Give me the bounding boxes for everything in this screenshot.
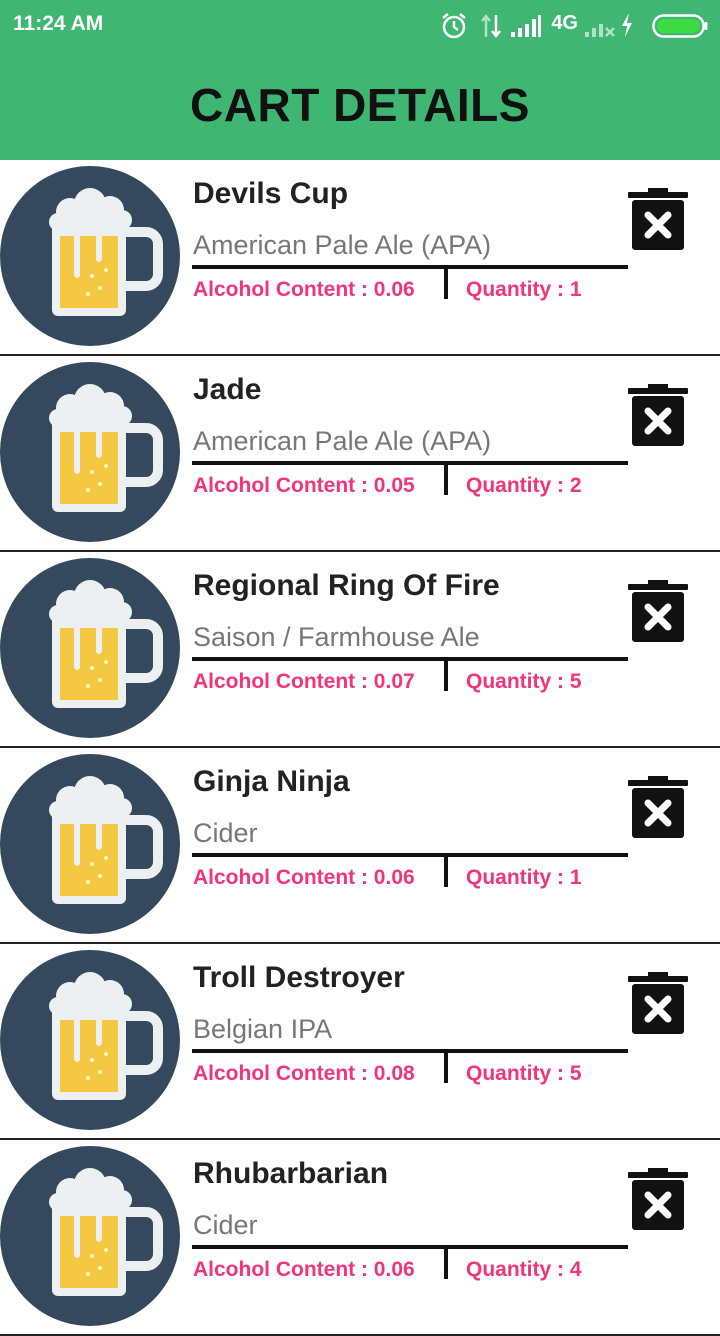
divider <box>192 1245 628 1249</box>
item-name: Devils Cup <box>193 177 349 210</box>
quantity: Quantity : 2 <box>466 474 582 497</box>
cart-item[interactable]: Jade American Pale Ale (APA) Alcohol Con… <box>0 356 720 552</box>
item-style: Belgian IPA <box>193 1014 333 1044</box>
divider <box>192 853 628 857</box>
battery-icon <box>652 14 708 38</box>
network-type: 4G <box>551 12 578 34</box>
item-style: American Pale Ale (APA) <box>193 230 492 260</box>
divider <box>192 461 628 465</box>
charging-icon <box>622 13 632 37</box>
delete-icon[interactable] <box>628 776 688 840</box>
item-name: Ginja Ninja <box>193 765 350 798</box>
signal-icon <box>511 15 541 37</box>
beer-mug-icon <box>0 950 180 1130</box>
app-bar: CART DETAILS <box>0 50 720 160</box>
cart-item[interactable]: Rhubarbarian Cider Alcohol Content : 0.0… <box>0 1140 720 1336</box>
beer-mug-icon <box>0 362 180 542</box>
signal-weak-icon <box>585 24 615 37</box>
alcohol-content: Alcohol Content : 0.08 <box>193 1062 415 1085</box>
beer-mug-icon <box>0 754 180 934</box>
delete-icon[interactable] <box>628 1168 688 1232</box>
data-transfer-icon <box>481 13 501 39</box>
item-style: Saison / Farmhouse Ale <box>193 622 480 652</box>
item-name: Rhubarbarian <box>193 1157 389 1190</box>
page-title: CART DETAILS <box>190 79 530 131</box>
cart-item[interactable]: Troll Destroyer Belgian IPA Alcohol Cont… <box>0 944 720 1140</box>
alcohol-content: Alcohol Content : 0.06 <box>193 1258 415 1281</box>
alcohol-content: Alcohol Content : 0.06 <box>193 866 415 889</box>
cart-item[interactable]: Regional Ring Of Fire Saison / Farmhouse… <box>0 552 720 748</box>
alarm-icon <box>442 13 466 39</box>
alcohol-content: Alcohol Content : 0.05 <box>193 474 415 497</box>
item-style: Cider <box>193 818 258 848</box>
quantity: Quantity : 4 <box>466 1258 582 1281</box>
alcohol-content: Alcohol Content : 0.07 <box>193 670 415 693</box>
divider <box>192 1049 628 1053</box>
delete-icon[interactable] <box>628 580 688 644</box>
beer-mug-icon <box>0 558 180 738</box>
divider-vertical <box>444 1051 448 1083</box>
quantity: Quantity : 1 <box>466 866 582 889</box>
status-time: 11:24 AM <box>13 12 104 35</box>
quantity: Quantity : 5 <box>466 670 582 693</box>
divider <box>192 265 628 269</box>
cart-item[interactable]: Devils Cup American Pale Ale (APA) Alcoh… <box>0 160 720 356</box>
divider <box>192 657 628 661</box>
divider-vertical <box>444 855 448 887</box>
item-style: Cider <box>193 1210 258 1240</box>
delete-icon[interactable] <box>628 188 688 252</box>
divider-vertical <box>444 1247 448 1279</box>
beer-mug-icon <box>0 1146 180 1326</box>
item-style: American Pale Ale (APA) <box>193 426 492 456</box>
item-name: Troll Destroyer <box>193 961 405 994</box>
quantity: Quantity : 1 <box>466 278 582 301</box>
status-bar: 11:24 AM 4G <box>0 0 720 50</box>
divider-vertical <box>444 267 448 299</box>
divider-vertical <box>444 463 448 495</box>
item-name: Jade <box>193 373 262 406</box>
item-name: Regional Ring Of Fire <box>193 569 500 602</box>
divider-vertical <box>444 659 448 691</box>
delete-icon[interactable] <box>628 972 688 1036</box>
quantity: Quantity : 5 <box>466 1062 582 1085</box>
delete-icon[interactable] <box>628 384 688 448</box>
cart-list: Devils Cup American Pale Ale (APA) Alcoh… <box>0 160 720 1336</box>
cart-item[interactable]: Ginja Ninja Cider Alcohol Content : 0.06… <box>0 748 720 944</box>
beer-mug-icon <box>0 166 180 346</box>
alcohol-content: Alcohol Content : 0.06 <box>193 278 415 301</box>
